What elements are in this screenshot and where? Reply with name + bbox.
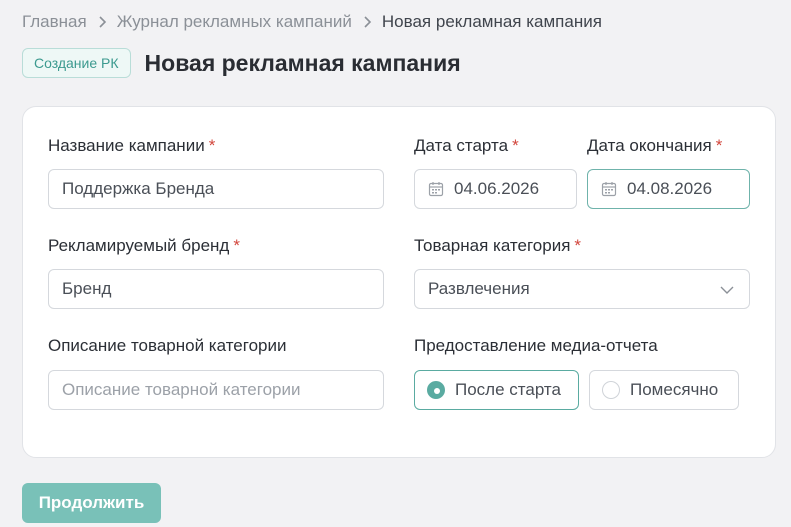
brand-label-text: Рекламируемый бренд: [48, 236, 230, 255]
category-description-label: Описание товарной категории: [48, 336, 286, 356]
breadcrumb-campaign-log[interactable]: Журнал рекламных кампаний: [117, 12, 352, 32]
media-report-label-text: Предоставление медиа-отчета: [414, 336, 658, 355]
radio-checked-icon: [427, 381, 445, 399]
chevron-right-icon: [364, 16, 372, 28]
campaign-name-label: Название кампании *: [48, 136, 215, 156]
category-description-input[interactable]: Описание товарной категории: [48, 370, 384, 410]
required-mark: *: [512, 136, 519, 155]
start-date-label: Дата старта *: [414, 136, 519, 156]
status-badge: Создание РК: [22, 48, 131, 78]
radio-label: После старта: [455, 380, 561, 399]
category-label-text: Товарная категория: [414, 236, 571, 255]
breadcrumb: Главная Журнал рекламных кампаний Новая …: [22, 11, 602, 33]
media-report-label: Предоставление медиа-отчета: [414, 336, 658, 356]
required-mark: *: [233, 236, 240, 255]
campaign-name-label-text: Название кампании: [48, 136, 205, 155]
brand-label: Рекламируемый бренд *: [48, 236, 240, 256]
campaign-form-card: Название кампании * Поддержка Бренда Дата…: [22, 106, 776, 458]
required-mark: *: [574, 236, 582, 255]
brand-input[interactable]: Бренд: [48, 269, 384, 309]
category-description-placeholder: Описание товарной категории: [62, 380, 301, 399]
chevron-down-icon: [720, 286, 734, 294]
required-mark: *: [715, 136, 723, 155]
end-date-value: 04.08.2026: [627, 179, 713, 198]
category-value: Развлечения: [428, 279, 530, 298]
category-description-label-text: Описание товарной категории: [48, 336, 287, 355]
end-date-input[interactable]: 04.08.2026: [587, 169, 750, 209]
start-date-value: 04.06.2026: [454, 179, 540, 198]
end-date-label: Дата окончания *: [587, 136, 722, 156]
campaign-name-value: Поддержка Бренда: [62, 179, 215, 198]
title-row: Создание РК Новая рекламная кампания: [22, 47, 461, 79]
start-date-input[interactable]: 04.06.2026: [414, 169, 577, 209]
calendar-icon: [601, 182, 617, 197]
required-mark: *: [208, 136, 216, 155]
radio-label: Помесячно: [630, 380, 719, 399]
radio-unchecked-icon: [602, 381, 620, 399]
breadcrumb-current: Новая рекламная кампания: [381, 12, 602, 31]
start-date-label-text: Дата старта: [414, 136, 509, 155]
end-date-label-text: Дата окончания: [587, 136, 712, 155]
media-report-option-after-start[interactable]: После старта: [414, 370, 579, 410]
chevron-right-icon: [99, 16, 106, 28]
page-title: Новая рекламная кампания: [144, 49, 461, 76]
media-report-option-monthly[interactable]: Помесячно: [589, 370, 739, 410]
campaign-name-input[interactable]: Поддержка Бренда: [48, 169, 384, 209]
continue-button[interactable]: Продолжить: [22, 483, 161, 523]
calendar-icon: [428, 182, 444, 197]
category-select[interactable]: Развлечения: [414, 269, 750, 309]
brand-value: Бренд: [62, 279, 112, 298]
breadcrumb-home[interactable]: Главная: [22, 12, 87, 32]
category-label: Товарная категория *: [414, 236, 581, 256]
